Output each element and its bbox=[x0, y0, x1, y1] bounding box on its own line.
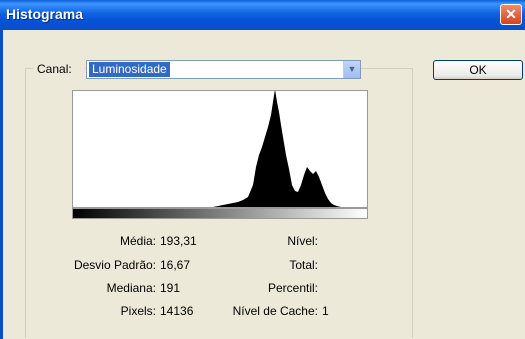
window-title: Histograma bbox=[6, 6, 84, 22]
pixels-label: Pixels: bbox=[120, 304, 156, 318]
histogram-chart bbox=[72, 90, 368, 208]
channel-label: Canal: bbox=[37, 62, 72, 76]
cache-level-value: 1 bbox=[322, 304, 329, 318]
histogram-plot bbox=[73, 91, 367, 207]
total-label: Total: bbox=[289, 258, 318, 272]
pixels-value: 14136 bbox=[160, 304, 194, 318]
median-value: 191 bbox=[160, 281, 181, 295]
level-label: Nível: bbox=[287, 234, 318, 248]
close-icon: ✕ bbox=[505, 6, 517, 22]
cache-level-label: Nível de Cache: bbox=[232, 304, 318, 318]
histogram-shape bbox=[73, 91, 367, 207]
close-button[interactable]: ✕ bbox=[500, 4, 522, 25]
mean-value: 193,31 bbox=[160, 234, 197, 248]
title-bar: Histograma ✕ bbox=[0, 0, 525, 30]
chevron-down-icon[interactable]: ▼ bbox=[343, 61, 360, 78]
luminosity-gradient-bar bbox=[72, 208, 368, 219]
ok-button[interactable]: OK bbox=[433, 60, 523, 80]
window-frame-left bbox=[0, 30, 3, 339]
mean-label: Média: bbox=[119, 234, 156, 248]
channel-select[interactable]: Luminosidade ▼ bbox=[86, 60, 361, 79]
median-label: Mediana: bbox=[106, 281, 156, 295]
percentile-label: Percentil: bbox=[267, 281, 318, 295]
channel-label-box: Canal: bbox=[33, 59, 85, 79]
channel-select-value: Luminosidade bbox=[89, 62, 170, 77]
std-dev-value: 16,67 bbox=[160, 258, 191, 272]
std-dev-label: Desvio Padrão: bbox=[73, 258, 156, 272]
